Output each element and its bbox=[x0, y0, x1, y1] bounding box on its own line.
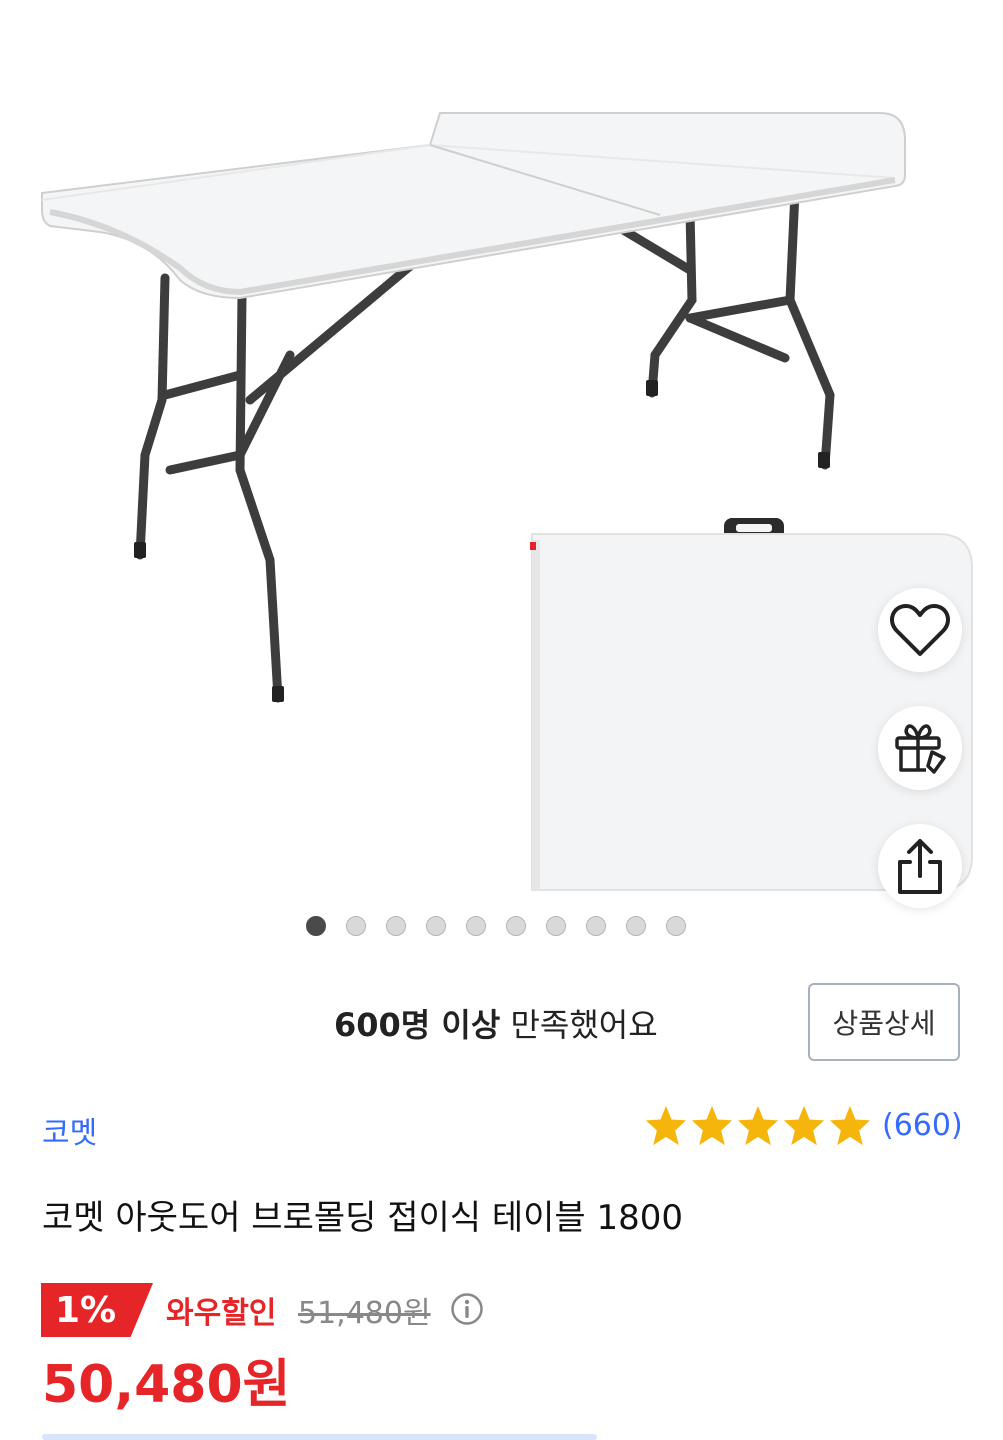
gift-button[interactable] bbox=[878, 706, 962, 790]
product-image[interactable] bbox=[0, 0, 1003, 960]
brand-link[interactable]: 코멧 bbox=[42, 1108, 97, 1152]
star-icon bbox=[691, 1105, 733, 1146]
share-icon bbox=[898, 839, 942, 894]
favorite-button[interactable] bbox=[878, 588, 962, 672]
final-price: 50,480원 bbox=[42, 1355, 291, 1415]
satisfaction-text: 만족했어요 bbox=[500, 1006, 658, 1044]
info-icon[interactable] bbox=[450, 1292, 484, 1326]
gift-icon bbox=[895, 724, 946, 774]
product-title: 코멧 아웃도어 브로몰딩 접이식 테이블 1800 bbox=[42, 1198, 684, 1238]
product-detail-button[interactable]: 상품상세 bbox=[808, 983, 960, 1061]
pagination-dot[interactable] bbox=[386, 916, 406, 936]
pagination-dot[interactable] bbox=[306, 916, 326, 936]
discount-rate: 1% bbox=[55, 1289, 117, 1331]
pagination-dot[interactable] bbox=[586, 916, 606, 936]
gallery-pagination bbox=[306, 916, 686, 940]
review-count-link[interactable]: (660) bbox=[882, 1108, 963, 1143]
pagination-dot[interactable] bbox=[666, 916, 686, 936]
wow-discount-label: 와우할인 bbox=[166, 1296, 277, 1331]
share-button[interactable] bbox=[878, 824, 962, 908]
bottom-divider bbox=[42, 1434, 597, 1440]
star-icon bbox=[783, 1105, 825, 1146]
pagination-dot[interactable] bbox=[466, 916, 486, 936]
original-price: 51,480원 bbox=[298, 1296, 431, 1331]
pagination-dot[interactable] bbox=[426, 916, 446, 936]
rating-stars[interactable] bbox=[644, 1104, 872, 1146]
star-icon bbox=[645, 1105, 687, 1146]
satisfaction-summary: 600명 이상 만족했어요 bbox=[334, 1000, 658, 1046]
discount-rate-badge: 1% bbox=[41, 1283, 153, 1337]
product-image-gallery[interactable] bbox=[0, 0, 1003, 960]
satisfaction-count: 600명 이상 bbox=[334, 1006, 501, 1044]
pagination-dot[interactable] bbox=[626, 916, 646, 936]
star-icon bbox=[737, 1105, 779, 1146]
star-icon bbox=[829, 1105, 871, 1146]
pagination-dot[interactable] bbox=[546, 916, 566, 936]
pagination-dot[interactable] bbox=[506, 916, 526, 936]
heart-icon bbox=[890, 604, 950, 656]
pagination-dot[interactable] bbox=[346, 916, 366, 936]
